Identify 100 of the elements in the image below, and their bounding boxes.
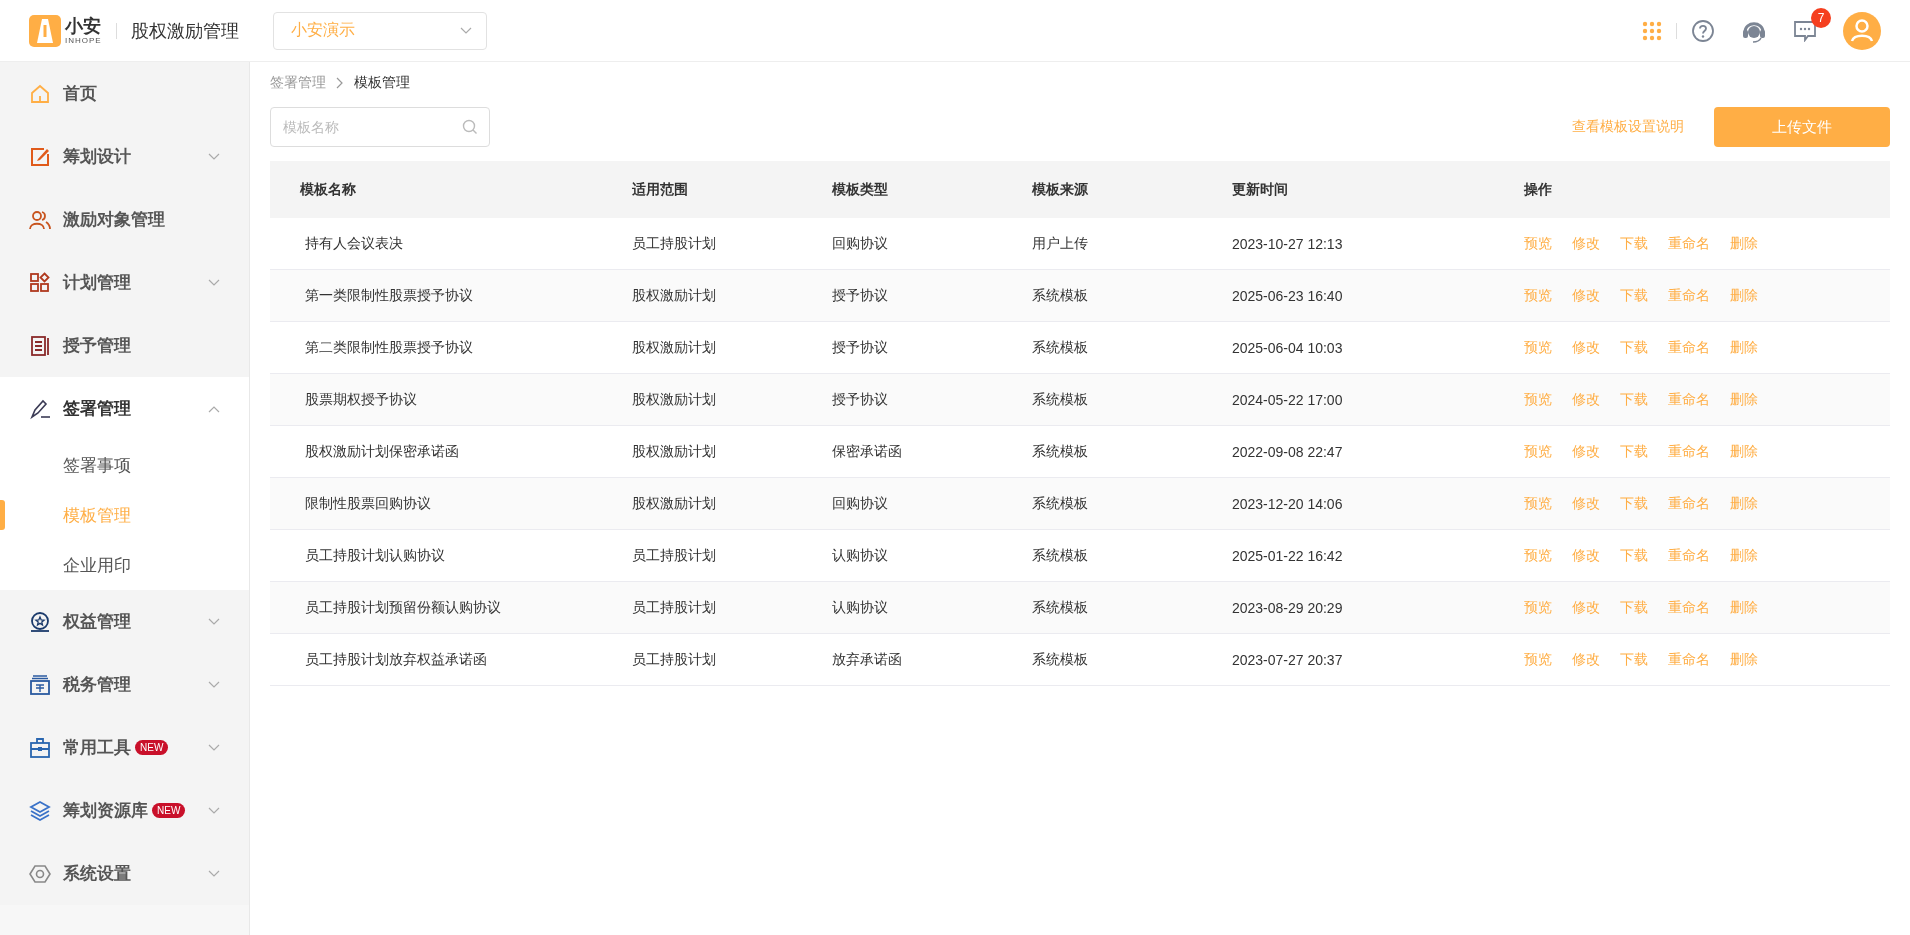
table-cell: 授予协议 [831,338,888,355]
chat-icon[interactable] [1793,19,1817,42]
sidebar-item[interactable]: 税务管理 [0,653,249,716]
action-link[interactable]: 预览 [1523,338,1552,357]
sidebar-item[interactable]: 首页 [0,62,249,125]
table-cell: 股权激励计划 [631,390,716,407]
sidebar-item[interactable]: 筹划资源库 NEW [0,779,249,842]
sidebar-subitem[interactable]: 模板管理 [0,490,249,540]
sidebar-subitem[interactable]: 企业用印 [0,540,249,590]
logo-text: 小安 [65,16,102,35]
table-cell: 放弃承诺函 [831,650,902,667]
action-link[interactable]: 修改 [1571,650,1600,669]
table-cell: 2025-01-22 16:42 [1231,547,1343,564]
table-cell: 回购协议 [831,494,888,511]
action-link[interactable]: 重命名 [1667,338,1710,357]
action-link[interactable]: 预览 [1523,546,1552,565]
action-link[interactable]: 删除 [1729,338,1758,357]
help-icon[interactable] [1691,18,1715,43]
chevron-down-icon [459,26,472,35]
table-cell: 系统模板 [1031,546,1088,563]
table-cell: 系统模板 [1031,494,1088,511]
organization-select[interactable]: 小安演示 [272,11,487,50]
action-link[interactable]: 重命名 [1667,546,1710,565]
tax-icon [29,673,51,696]
search-field[interactable]: 模板名称 [270,107,490,147]
action-link[interactable]: 删除 [1729,286,1758,305]
action-link[interactable]: 删除 [1729,598,1758,617]
action-link[interactable]: 删除 [1729,390,1758,409]
people-icon [29,208,51,231]
document-icon [29,334,51,357]
sidebar-item[interactable]: 权益管理 [0,590,249,653]
medal-icon [29,610,51,633]
table-cell: 持有人会议表决 [305,234,403,251]
action-link[interactable]: 重命名 [1667,442,1710,461]
action-link[interactable]: 删除 [1729,650,1758,669]
action-link[interactable]: 修改 [1571,390,1600,409]
table-cell: 股权激励计划 [631,338,716,355]
action-link[interactable]: 下载 [1619,286,1648,305]
upload-button[interactable]: 上传文件 [1714,107,1890,147]
table-cell: 保密承诺函 [831,442,902,459]
action-link[interactable]: 下载 [1619,442,1648,461]
action-link[interactable]: 下载 [1619,234,1648,253]
table-cell: 回购协议 [831,234,888,251]
column-header: 模板类型 [831,180,888,197]
table-cell: 授予协议 [831,286,888,303]
action-link[interactable]: 预览 [1523,650,1552,669]
action-link[interactable]: 下载 [1619,650,1648,669]
action-link[interactable]: 删除 [1729,546,1758,565]
action-link[interactable]: 预览 [1523,234,1552,253]
action-link[interactable]: 下载 [1619,598,1648,617]
action-link[interactable]: 下载 [1619,390,1648,409]
sidebar-item[interactable]: 筹划设计 [0,125,249,188]
help-link[interactable]: 查看模板设置说明 [1572,118,1684,136]
action-link[interactable]: 重命名 [1667,650,1710,669]
table-cell: 员工持股计划 [631,650,716,667]
action-link[interactable]: 重命名 [1667,494,1710,513]
action-link[interactable]: 预览 [1523,390,1552,409]
action-link[interactable]: 下载 [1619,338,1648,357]
table-cell: 股权激励计划 [631,286,716,303]
action-link[interactable]: 删除 [1729,442,1758,461]
table-cell: 2023-07-27 20:37 [1231,651,1343,668]
action-link[interactable]: 修改 [1571,286,1600,305]
action-link[interactable]: 重命名 [1667,598,1710,617]
action-link[interactable]: 重命名 [1667,390,1710,409]
sidebar-item[interactable]: 系统设置 [0,842,249,905]
briefcase-icon [29,736,51,759]
action-link[interactable]: 预览 [1523,598,1552,617]
sidebar-subitem[interactable]: 签署事项 [0,440,249,490]
action-link[interactable]: 修改 [1571,494,1600,513]
action-link[interactable]: 重命名 [1667,234,1710,253]
sidebar-item[interactable]: 授予管理 [0,314,249,377]
sidebar-item[interactable]: 激励对象管理 [0,188,249,251]
sidebar-item[interactable]: 签署管理 [0,377,249,440]
action-link[interactable]: 重命名 [1667,286,1710,305]
table-cell: 系统模板 [1031,338,1088,355]
table-cell: 系统模板 [1031,650,1088,667]
action-link[interactable]: 修改 [1571,546,1600,565]
action-link[interactable]: 预览 [1523,494,1552,513]
action-link[interactable]: 预览 [1523,442,1552,461]
action-link[interactable]: 删除 [1729,234,1758,253]
action-link[interactable]: 修改 [1571,234,1600,253]
layers-icon [29,799,51,822]
table-cell: 系统模板 [1031,598,1088,615]
action-link[interactable]: 删除 [1729,494,1758,513]
table-cell: 系统模板 [1031,442,1088,459]
breadcrumb-item: 模板管理 [354,74,410,92]
logo-icon [29,14,61,47]
action-link[interactable]: 下载 [1619,494,1648,513]
action-link[interactable]: 修改 [1571,598,1600,617]
action-link[interactable]: 修改 [1571,442,1600,461]
table-cell: 2024-05-22 17:00 [1231,391,1343,408]
logo-subtext: INHOPE [65,36,102,45]
table-cell: 股权激励计划 [631,494,716,511]
breadcrumb-item[interactable]: 签署管理 [270,74,326,92]
action-link[interactable]: 修改 [1571,338,1600,357]
sidebar-item[interactable]: 计划管理 [0,251,249,314]
action-link[interactable]: 预览 [1523,286,1552,305]
action-link[interactable]: 下载 [1619,546,1648,565]
table-cell: 员工持股计划放弃权益承诺函 [305,650,487,667]
sidebar-item[interactable]: 常用工具 NEW [0,716,249,779]
